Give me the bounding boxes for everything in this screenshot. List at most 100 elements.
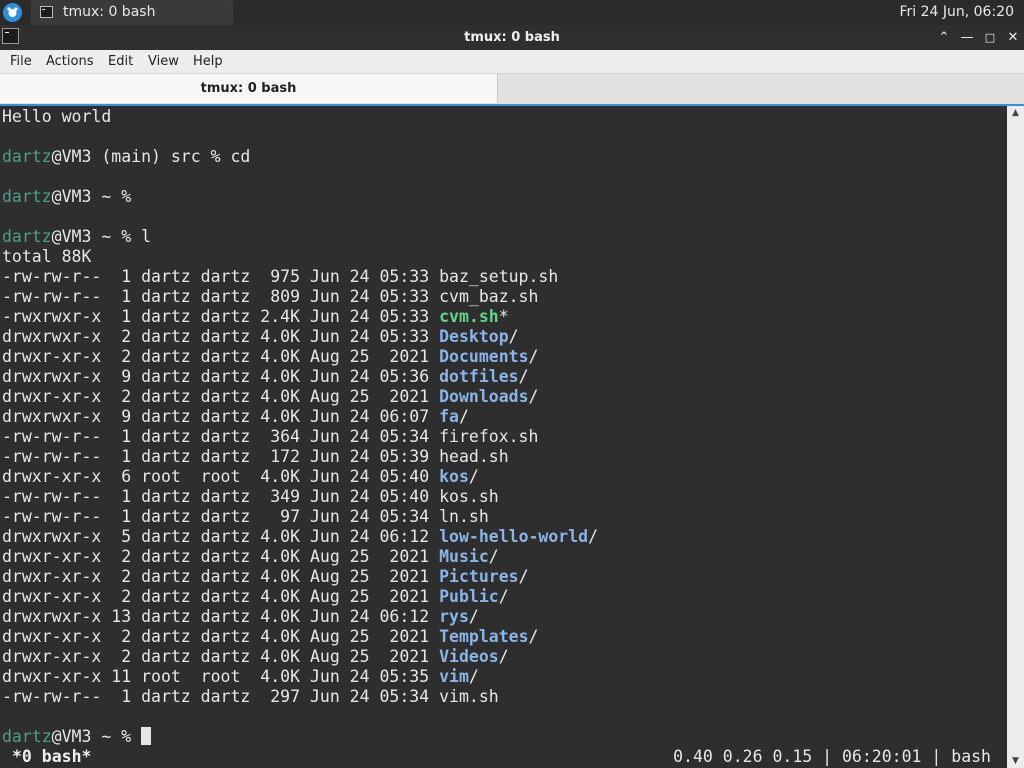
terminal-line: drwxr-xr-x 2 dartz dartz 4.0K Aug 25 202…	[2, 647, 509, 667]
scroll-down-icon[interactable]: ▼	[1009, 756, 1022, 766]
minimize-icon[interactable]: —	[958, 29, 976, 47]
tmux-status-right: 0.40 0.26 0.15 | 06:20:01 | bash	[673, 747, 991, 766]
directory-name: Downloads	[439, 387, 529, 406]
executable-name: cvm.sh	[439, 307, 499, 326]
directory-name: Videos	[439, 647, 499, 666]
directory-name: low-hello-world	[439, 527, 589, 546]
file-type-suffix: /	[528, 347, 539, 366]
terminal-line: total 88K	[2, 247, 91, 267]
terminal-line: drwxr-xr-x 6 root root 4.0K Jun 24 05:40…	[2, 467, 479, 487]
terminal-line: -rw-rw-r-- 1 dartz dartz 364 Jun 24 05:3…	[2, 427, 538, 447]
menu-actions[interactable]: Actions	[46, 54, 94, 69]
directory-name: vim	[439, 667, 469, 686]
line-text: drwxrwxr-x 9 dartz dartz 4.0K Jun 24 05:…	[2, 367, 440, 386]
restore-icon[interactable]: □	[981, 29, 999, 47]
line-text: @VM3 (main) src % cd	[51, 147, 251, 166]
line-text: -rw-rw-r-- 1 dartz dartz 349 Jun 24 05:4…	[2, 487, 499, 506]
terminal-line: -rw-rw-r-- 1 dartz dartz 172 Jun 24 05:3…	[2, 447, 509, 467]
file-type-suffix: /	[468, 607, 479, 626]
terminal-output[interactable]: Hello world dartz@VM3 (main) src % cd dart…	[0, 106, 1007, 768]
line-text: drwxr-xr-x 2 dartz dartz 4.0K Aug 25 202…	[2, 627, 440, 646]
file-type-suffix: /	[498, 587, 509, 606]
file-type-suffix: /	[528, 387, 539, 406]
panel-clock[interactable]: Fri 24 Jun, 06:20	[899, 4, 1014, 20]
terminal-line: drwxrwxr-x 5 dartz dartz 4.0K Jun 24 06:…	[2, 527, 598, 547]
terminal-line: drwxr-xr-x 2 dartz dartz 4.0K Aug 25 202…	[2, 627, 538, 647]
menu-file[interactable]: File	[10, 54, 32, 69]
terminal-line: drwxr-xr-x 2 dartz dartz 4.0K Aug 25 202…	[2, 547, 499, 567]
terminal-icon	[40, 6, 53, 18]
app-menu-launcher-icon[interactable]	[3, 3, 22, 22]
prompt-line: dartz@VM3 (main) src % cd	[2, 147, 250, 167]
file-type-suffix: /	[488, 547, 499, 566]
tab-tmux[interactable]: tmux: 0 bash	[0, 74, 498, 103]
directory-name: Pictures	[439, 567, 519, 586]
terminal-line: drwxrwxr-x 9 dartz dartz 4.0K Jun 24 06:…	[2, 407, 469, 427]
line-text: drwxr-xr-x 2 dartz dartz 4.0K Aug 25 202…	[2, 647, 440, 666]
maximize-up-icon[interactable]: ⌃	[935, 29, 953, 47]
taskbar-window-label: tmux: 0 bash	[63, 4, 156, 20]
terminal-line: -rw-rw-r-- 1 dartz dartz 349 Jun 24 05:4…	[2, 487, 499, 507]
scrollbar[interactable]: ▲ ▼	[1007, 106, 1024, 768]
line-text: drwxr-xr-x 2 dartz dartz 4.0K Aug 25 202…	[2, 547, 440, 566]
terminal-line: -rwxrwxr-x 1 dartz dartz 2.4K Jun 24 05:…	[2, 307, 509, 327]
line-text: drwxr-xr-x 2 dartz dartz 4.0K Aug 25 202…	[2, 387, 440, 406]
line-text: -rw-rw-r-- 1 dartz dartz 172 Jun 24 05:3…	[2, 447, 509, 466]
file-type-suffix: /	[588, 527, 599, 546]
directory-name: dotfiles	[439, 367, 519, 386]
line-text: @VM3 ~ % l	[51, 227, 152, 246]
menu-help[interactable]: Help	[193, 54, 223, 69]
file-type-suffix: /	[518, 567, 529, 586]
tab-bar: tmux: 0 bash	[0, 74, 1024, 104]
prompt-user: dartz	[2, 187, 52, 206]
line-text: drwxrwxr-x 13 dartz dartz 4.0K Jun 24 06…	[2, 607, 440, 626]
menu-edit[interactable]: Edit	[108, 54, 133, 69]
file-type-suffix: /	[468, 467, 479, 486]
line-text: @VM3 ~ %	[51, 727, 142, 746]
line-text: drwxr-xr-x 2 dartz dartz 4.0K Aug 25 202…	[2, 347, 440, 366]
line-text: -rw-rw-r-- 1 dartz dartz 975 Jun 24 05:3…	[2, 267, 559, 286]
line-text: drwxr-xr-x 11 root root 4.0K Jun 24 05:3…	[2, 667, 440, 686]
tmux-status-bar: *0 bash* 0.40 0.26 0.15 | 06:20:01 | bas…	[0, 746, 1007, 768]
directory-name: Templates	[439, 627, 529, 646]
line-text: -rw-rw-r-- 1 dartz dartz 809 Jun 24 05:3…	[2, 287, 539, 306]
terminal-cursor	[141, 727, 152, 745]
file-type-suffix: /	[508, 327, 519, 346]
file-type-suffix: /	[468, 667, 479, 686]
terminal-line: -rw-rw-r-- 1 dartz dartz 975 Jun 24 05:3…	[2, 267, 558, 287]
prompt-user: dartz	[2, 727, 52, 746]
terminal-line: -rw-rw-r-- 1 dartz dartz 297 Jun 24 05:3…	[2, 687, 499, 707]
prompt-line: dartz@VM3 ~ % l	[2, 227, 151, 247]
line-text: drwxrwxr-x 9 dartz dartz 4.0K Jun 24 06:…	[2, 407, 440, 426]
directory-name: rys	[439, 607, 469, 626]
directory-name: fa	[439, 407, 459, 426]
terminal-line: drwxrwxr-x 2 dartz dartz 4.0K Jun 24 05:…	[2, 327, 519, 347]
terminal-line: -rw-rw-r-- 1 dartz dartz 97 Jun 24 05:34…	[2, 507, 489, 527]
terminal-line: Hello world	[2, 107, 111, 127]
close-icon[interactable]: ✕	[1004, 29, 1022, 47]
file-type-suffix: /	[518, 367, 529, 386]
tmux-window-list[interactable]: *0 bash*	[12, 747, 91, 766]
line-text: Hello world	[2, 107, 112, 126]
prompt-user: dartz	[2, 147, 52, 166]
terminal-line: drwxr-xr-x 2 dartz dartz 4.0K Aug 25 202…	[2, 387, 538, 407]
terminal-line: drwxr-xr-x 2 dartz dartz 4.0K Aug 25 202…	[2, 347, 538, 367]
terminal-line: drwxr-xr-x 2 dartz dartz 4.0K Aug 25 202…	[2, 567, 529, 587]
taskbar-window-button[interactable]: tmux: 0 bash	[31, 0, 233, 25]
line-text: drwxr-xr-x 2 dartz dartz 4.0K Aug 25 202…	[2, 587, 440, 606]
prompt-line: dartz@VM3 ~ %	[2, 727, 152, 747]
line-text: drwxrwxr-x 2 dartz dartz 4.0K Jun 24 05:…	[2, 327, 440, 346]
scroll-up-icon[interactable]: ▲	[1009, 108, 1022, 118]
file-type-suffix: /	[458, 407, 469, 426]
prompt-line: dartz@VM3 ~ %	[2, 187, 131, 207]
file-type-suffix: *	[498, 307, 509, 326]
line-text: total 88K	[2, 247, 92, 266]
prompt-user: dartz	[2, 227, 52, 246]
directory-name: kos	[439, 467, 469, 486]
terminal-line: drwxr-xr-x 2 dartz dartz 4.0K Aug 25 202…	[2, 587, 509, 607]
file-type-suffix: /	[528, 627, 539, 646]
terminal-line: -rw-rw-r-- 1 dartz dartz 809 Jun 24 05:3…	[2, 287, 538, 307]
line-text: -rw-rw-r-- 1 dartz dartz 297 Jun 24 05:3…	[2, 687, 499, 706]
window-title: tmux: 0 bash	[464, 30, 560, 45]
menu-view[interactable]: View	[148, 54, 179, 69]
